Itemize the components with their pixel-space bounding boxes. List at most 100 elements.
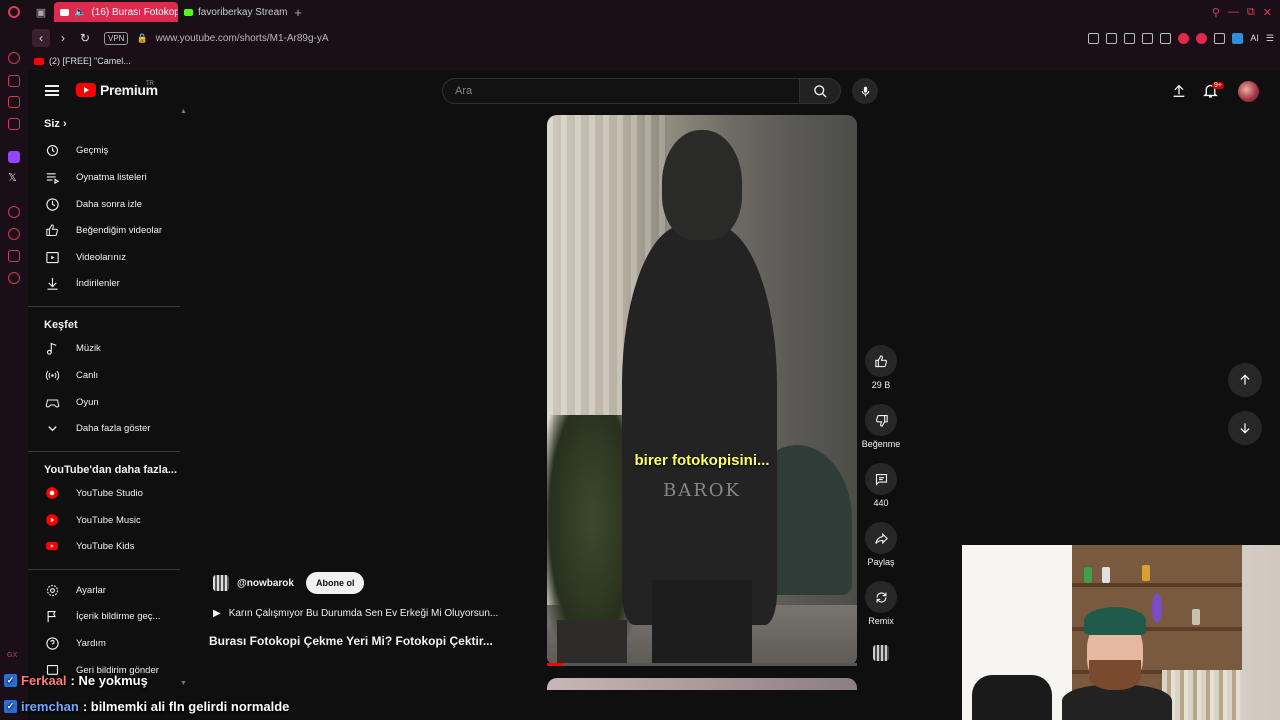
voice-search-button[interactable] (852, 78, 878, 104)
sidebar-scroll-up-icon[interactable]: ▲ (180, 108, 187, 115)
comment-count: 440 (873, 498, 889, 508)
search-tabs-icon[interactable]: ⚲ (1212, 6, 1220, 19)
short-title[interactable]: Burası Fotokopi Çekme Yeri Mi? Fotokopi … (209, 634, 493, 648)
like-button[interactable]: 29 B (861, 345, 901, 390)
sidebar-item-music[interactable]: Müzik (28, 335, 182, 361)
chat-badge-icon: ✓ (4, 673, 17, 687)
close-button[interactable]: ✕ (1263, 6, 1272, 19)
download-icon (44, 275, 60, 291)
url-field[interactable]: www.youtube.com/shorts/M1-Ar89g-yA (156, 33, 329, 44)
aria-ai-button[interactable]: AI (1250, 33, 1259, 43)
forward-button[interactable]: › (54, 29, 72, 47)
heart-icon[interactable] (1160, 32, 1172, 44)
window-controls: ⚲ — ⧉ ✕ (1212, 6, 1280, 19)
channel-avatar[interactable] (213, 575, 229, 591)
history-sidebar-icon[interactable] (8, 228, 20, 240)
opera-logo[interactable] (0, 0, 28, 24)
adblock-icon[interactable] (1124, 32, 1136, 44)
lock-icon[interactable]: 🔒 (136, 33, 147, 44)
sidebar-item-label: YouTube Studio (76, 487, 143, 499)
snapshot-icon[interactable] (1106, 32, 1118, 44)
music-row[interactable]: ▶ Karın Çalışmıyor Bu Durumda Sen Ev Erk… (213, 608, 498, 619)
help-icon (44, 635, 60, 651)
tab-kick-stream[interactable]: favoriberkay Stream - Wat (178, 2, 288, 22)
sidebar-item-history[interactable]: Geçmiş (28, 137, 182, 163)
extensions-sidebar-icon[interactable] (8, 250, 20, 262)
sidebar-item-gaming[interactable]: Oyun (28, 389, 182, 415)
search-input[interactable]: Ara (442, 78, 800, 104)
subscribe-button[interactable]: Abone ol (305, 572, 365, 594)
bookmark-icon[interactable] (1088, 32, 1100, 44)
bookmark-item[interactable]: (2) [FREE] "Camel... (49, 56, 131, 66)
sidebar-item-label: İndirilenler (76, 277, 120, 289)
video-frame-person (617, 130, 787, 665)
account-avatar[interactable] (1238, 81, 1259, 102)
channel-name[interactable]: @nowbarok (237, 578, 294, 589)
settings-icon (44, 582, 60, 598)
remix-button[interactable]: Remix (861, 581, 901, 626)
pin-extension-icon[interactable] (1196, 32, 1208, 44)
watch-later-icon (44, 196, 60, 212)
channel-watermark: BAROK (663, 480, 741, 501)
sidebar-item-watch-later[interactable]: Daha sonra izle (28, 191, 182, 217)
chat-message: ✓ iremchan : bilmemki ali fln gelirdi no… (4, 696, 604, 716)
messenger-icon[interactable] (8, 96, 20, 108)
previous-short-button[interactable] (1228, 363, 1262, 397)
music-icon (44, 340, 60, 356)
comments-button[interactable]: 440 (861, 463, 901, 508)
next-short-button[interactable] (1228, 411, 1262, 445)
easy-setup-icon[interactable]: ☰ (1266, 33, 1274, 44)
profile-extension-icon[interactable] (1232, 32, 1244, 44)
player-sidebar-icon[interactable] (8, 206, 20, 218)
like-count: 29 B (871, 380, 891, 390)
sidebar-item-settings[interactable]: Ayarlar (28, 577, 182, 603)
chat-text: : Ne yokmuş (70, 672, 148, 688)
sidebar-item-your-videos[interactable]: Videolarınız (28, 244, 182, 270)
speed-dial-icon[interactable] (8, 52, 20, 64)
sidebar-item-playlists[interactable]: Oynatma listeleri (28, 164, 182, 190)
sidebar-item-show-more[interactable]: Daha fazla göster (28, 415, 182, 441)
new-tab-button[interactable]: + (288, 5, 308, 20)
gx-corner-icon[interactable] (8, 75, 20, 87)
sound-source-thumbnail[interactable] (873, 645, 889, 661)
x-twitter-icon[interactable]: 𝕏 (8, 171, 17, 184)
extensions-icon[interactable] (1214, 32, 1226, 44)
sidebar-item-label: YouTube Music (76, 514, 141, 526)
sidebar-item-youtube-studio[interactable]: YouTube Studio (28, 480, 182, 506)
sidebar-item-liked-videos[interactable]: Beğendiğim videolar (28, 217, 182, 243)
minimize-button[interactable]: — (1228, 6, 1239, 19)
chat-username: iremchan (21, 698, 79, 714)
youtube-bookmark-icon (34, 57, 44, 65)
video-progress-bar[interactable] (547, 663, 857, 666)
notification-count-badge: 9+ (1212, 82, 1224, 89)
kick-favicon-icon (184, 8, 193, 16)
twitch-icon[interactable] (8, 151, 20, 163)
share-button[interactable]: Paylaş (861, 522, 901, 567)
more-from-youtube-header: YouTube'dan daha fazla... (44, 464, 177, 476)
workspaces-icon[interactable]: ▣ (28, 0, 54, 24)
video-progress-fill (547, 663, 563, 666)
sidebar-item-label: Ayarlar (76, 584, 106, 596)
sidebar-item-label: Müzik (76, 342, 101, 354)
you-section-header[interactable]: Siz › (44, 118, 67, 130)
maximize-button[interactable]: ⧉ (1247, 6, 1255, 19)
sidebar-item-help[interactable]: Yardım (28, 630, 182, 656)
sidebar-item-live[interactable]: Canlı (28, 362, 182, 388)
search-button[interactable] (799, 78, 841, 104)
settings-sidebar-icon[interactable] (8, 272, 20, 284)
back-button[interactable]: ‹ (32, 29, 50, 47)
sidebar-item-youtube-kids[interactable]: YouTube Kids (28, 533, 182, 559)
vpn-badge[interactable]: VPN (104, 31, 129, 45)
tab-youtube-short[interactable]: 🔈 (16) Burası Fotokopi Çe (54, 2, 178, 22)
player-icon[interactable] (1142, 32, 1154, 44)
upload-icon[interactable] (1171, 83, 1187, 99)
dislike-button[interactable]: Beğenme (861, 404, 901, 449)
music-player-icon[interactable] (8, 118, 20, 130)
abp-extension-icon[interactable] (1178, 32, 1190, 44)
reload-button[interactable]: ↻ (76, 29, 94, 47)
sidebar-item-downloads[interactable]: İndirilenler (28, 270, 182, 296)
menu-icon[interactable] (45, 85, 59, 96)
sidebar-item-youtube-music[interactable]: YouTube Music (28, 507, 182, 533)
short-video-player[interactable]: birer fotokopisini... BAROK (547, 115, 857, 666)
sidebar-item-report-history[interactable]: İçerik bildirme geç... (28, 603, 182, 629)
